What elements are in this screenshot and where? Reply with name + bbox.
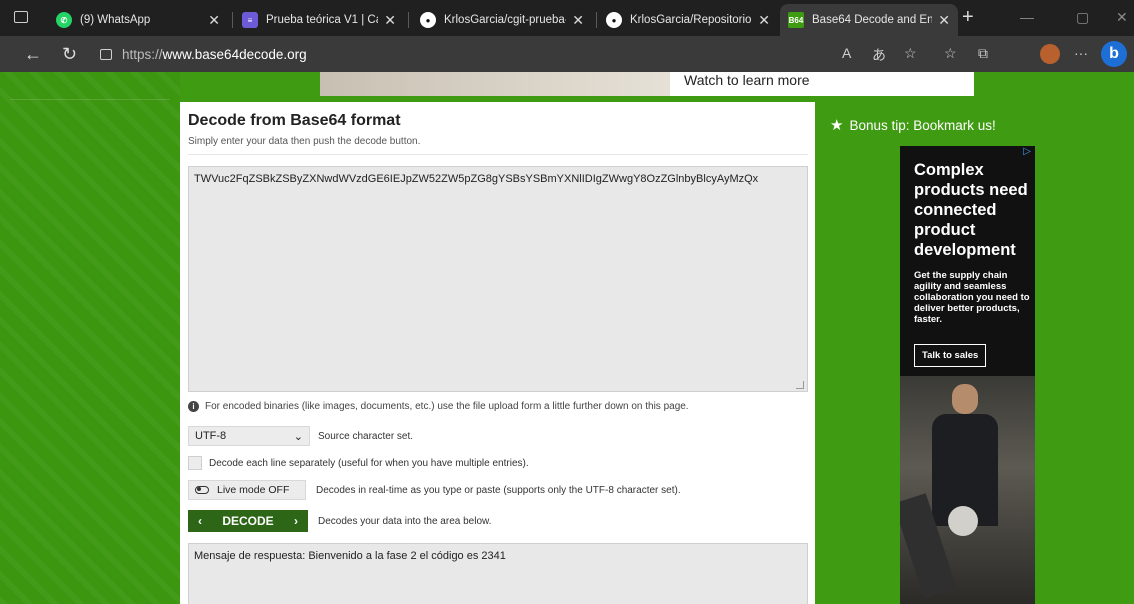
tab-whatsapp[interactable]: ✆ (9) WhatsApp ✕ xyxy=(48,4,228,36)
advertisement[interactable]: ▷ Complex products need connected produc… xyxy=(900,146,1035,604)
address-bar: ← ↻ https://www.base64decode.org A あ ☆ ☆… xyxy=(0,36,1134,72)
more-menu-icon[interactable]: ··· xyxy=(1074,45,1088,61)
close-icon[interactable]: ✕ xyxy=(758,12,770,29)
ad-choices-icon[interactable]: ▷ xyxy=(1023,146,1031,157)
page-body: Watch to learn more Decode from Base64 f… xyxy=(0,72,1134,604)
live-mode-label: Live mode OFF xyxy=(217,484,290,496)
maximize-icon[interactable]: ▢ xyxy=(1076,9,1089,26)
url-host: www.base64decode.org xyxy=(162,46,307,62)
url-scheme: https:// xyxy=(122,46,163,62)
favorite-icon[interactable]: ☆ xyxy=(904,45,917,62)
ad-headline: Complex products need connected product … xyxy=(914,161,1028,259)
tab-label: Base64 Decode and Encod xyxy=(812,14,933,26)
tab-bar: ✆ (9) WhatsApp ✕ ≡ Prueba teórica V1 | C… xyxy=(0,0,1134,36)
translate-icon[interactable]: あ xyxy=(872,45,886,65)
back-icon[interactable]: ← xyxy=(24,44,42,65)
info-note: i For encoded binaries (like images, doc… xyxy=(188,401,689,412)
bing-icon[interactable]: b xyxy=(1101,41,1127,67)
charset-label: Source character set. xyxy=(318,430,414,442)
video-thumbnail xyxy=(320,72,670,96)
live-mode-button[interactable]: Live mode OFF xyxy=(188,480,306,500)
refresh-icon[interactable]: ↻ xyxy=(62,44,77,65)
tab-github-repositorio[interactable]: ● KrlosGarcia/RepositorioEx ✕ xyxy=(598,4,778,36)
tab-label: (9) WhatsApp xyxy=(80,14,151,26)
read-aloud-icon[interactable]: A xyxy=(842,45,851,61)
video-caption: Watch to learn more xyxy=(684,72,810,88)
base64-input[interactable]: TWVuc2FqZSBkZSByZXNwdWVzdGE6IEJpZW52ZW5p… xyxy=(188,166,808,392)
tab-label: KrlosGarcia/cgit-prueba-p xyxy=(444,14,567,26)
decode-label: DECODE xyxy=(222,514,274,528)
info-icon: i xyxy=(188,401,199,412)
bookmark-tip-text: Bonus tip: Bookmark us! xyxy=(849,117,996,133)
charset-select[interactable]: UTF-8 ⌄ xyxy=(188,426,310,446)
collections-icon[interactable]: ⧉ xyxy=(978,45,988,62)
divider xyxy=(188,154,808,155)
page-subtitle: Simply enter your data then push the dec… xyxy=(188,136,421,147)
tab-github-cgit[interactable]: ● KrlosGarcia/cgit-prueba-p ✕ xyxy=(412,4,592,36)
close-icon[interactable]: ✕ xyxy=(208,12,220,29)
tab-base64[interactable]: B64 Base64 Decode and Encod ✕ xyxy=(780,4,958,36)
ad-object xyxy=(948,506,978,536)
chevron-down-icon: ⌄ xyxy=(293,430,303,443)
background-pattern xyxy=(0,72,180,604)
ad-cta-button[interactable]: Talk to sales xyxy=(914,344,987,367)
toggle-icon xyxy=(195,486,209,494)
lock-icon xyxy=(100,48,112,60)
separate-lines-row: Decode each line separately (useful for … xyxy=(188,456,529,470)
ad-body: Get the supply chain agility and seamles… xyxy=(914,270,1030,325)
ad-person xyxy=(930,376,1000,526)
url-field[interactable]: https://www.base64decode.org xyxy=(100,42,800,66)
tab-label: KrlosGarcia/RepositorioEx xyxy=(630,14,753,26)
new-tab-icon[interactable]: + xyxy=(962,6,974,29)
decode-description: Decodes your data into the area below. xyxy=(318,515,492,527)
github-icon: ● xyxy=(606,12,622,28)
tab-prueba-teorica[interactable]: ≡ Prueba teórica V1 | Capaci ✕ xyxy=(234,4,404,36)
whatsapp-icon: ✆ xyxy=(56,12,72,28)
decode-button[interactable]: ‹ DECODE › xyxy=(188,510,308,532)
chevron-right-icon: › xyxy=(294,514,298,528)
resize-handle[interactable] xyxy=(796,381,804,389)
github-icon: ● xyxy=(420,12,436,28)
separate-lines-checkbox[interactable] xyxy=(188,456,202,470)
input-value: TWVuc2FqZSBkZSByZXNwdWVzdGE6IEJpZW52ZW5p… xyxy=(194,173,759,185)
tab-label: Prueba teórica V1 | Capaci xyxy=(266,14,378,26)
close-icon[interactable]: ✕ xyxy=(572,12,584,29)
live-mode-row: Live mode OFF Decodes in real-time as yo… xyxy=(188,480,681,500)
tab-actions-icon[interactable] xyxy=(14,11,28,23)
bookmark-tip[interactable]: ★ Bonus tip: Bookmark us! xyxy=(830,116,996,134)
close-window-icon[interactable]: ✕ xyxy=(1116,9,1128,26)
star-icon: ★ xyxy=(830,117,844,134)
chevron-left-icon: ‹ xyxy=(198,514,202,528)
page-title: Decode from Base64 format xyxy=(188,112,401,129)
output-value: Mensaje de respuesta: Bienvenido a la fa… xyxy=(194,550,506,562)
charset-row: UTF-8 ⌄ Source character set. xyxy=(188,426,413,446)
charset-value: UTF-8 xyxy=(195,430,227,442)
separate-lines-label: Decode each line separately (useful for … xyxy=(209,457,529,469)
profile-avatar[interactable] xyxy=(1040,44,1060,64)
video-banner[interactable]: Watch to learn more xyxy=(320,72,974,96)
close-icon[interactable]: ✕ xyxy=(384,12,396,29)
decoded-output[interactable]: Mensaje de respuesta: Bienvenido a la fa… xyxy=(188,543,808,604)
b64-icon: B64 xyxy=(788,12,804,28)
close-icon[interactable]: ✕ xyxy=(938,12,950,29)
ad-photo xyxy=(900,376,1035,604)
decode-row: ‹ DECODE › Decodes your data into the ar… xyxy=(188,510,491,532)
info-text: For encoded binaries (like images, docum… xyxy=(205,401,689,412)
favorites-bar-icon[interactable]: ☆ xyxy=(944,45,957,62)
live-mode-description: Decodes in real-time as you type or past… xyxy=(316,484,681,496)
decode-panel: Decode from Base64 format Simply enter y… xyxy=(180,102,815,604)
forms-icon: ≡ xyxy=(242,12,258,28)
minimize-icon[interactable]: — xyxy=(1020,9,1034,25)
